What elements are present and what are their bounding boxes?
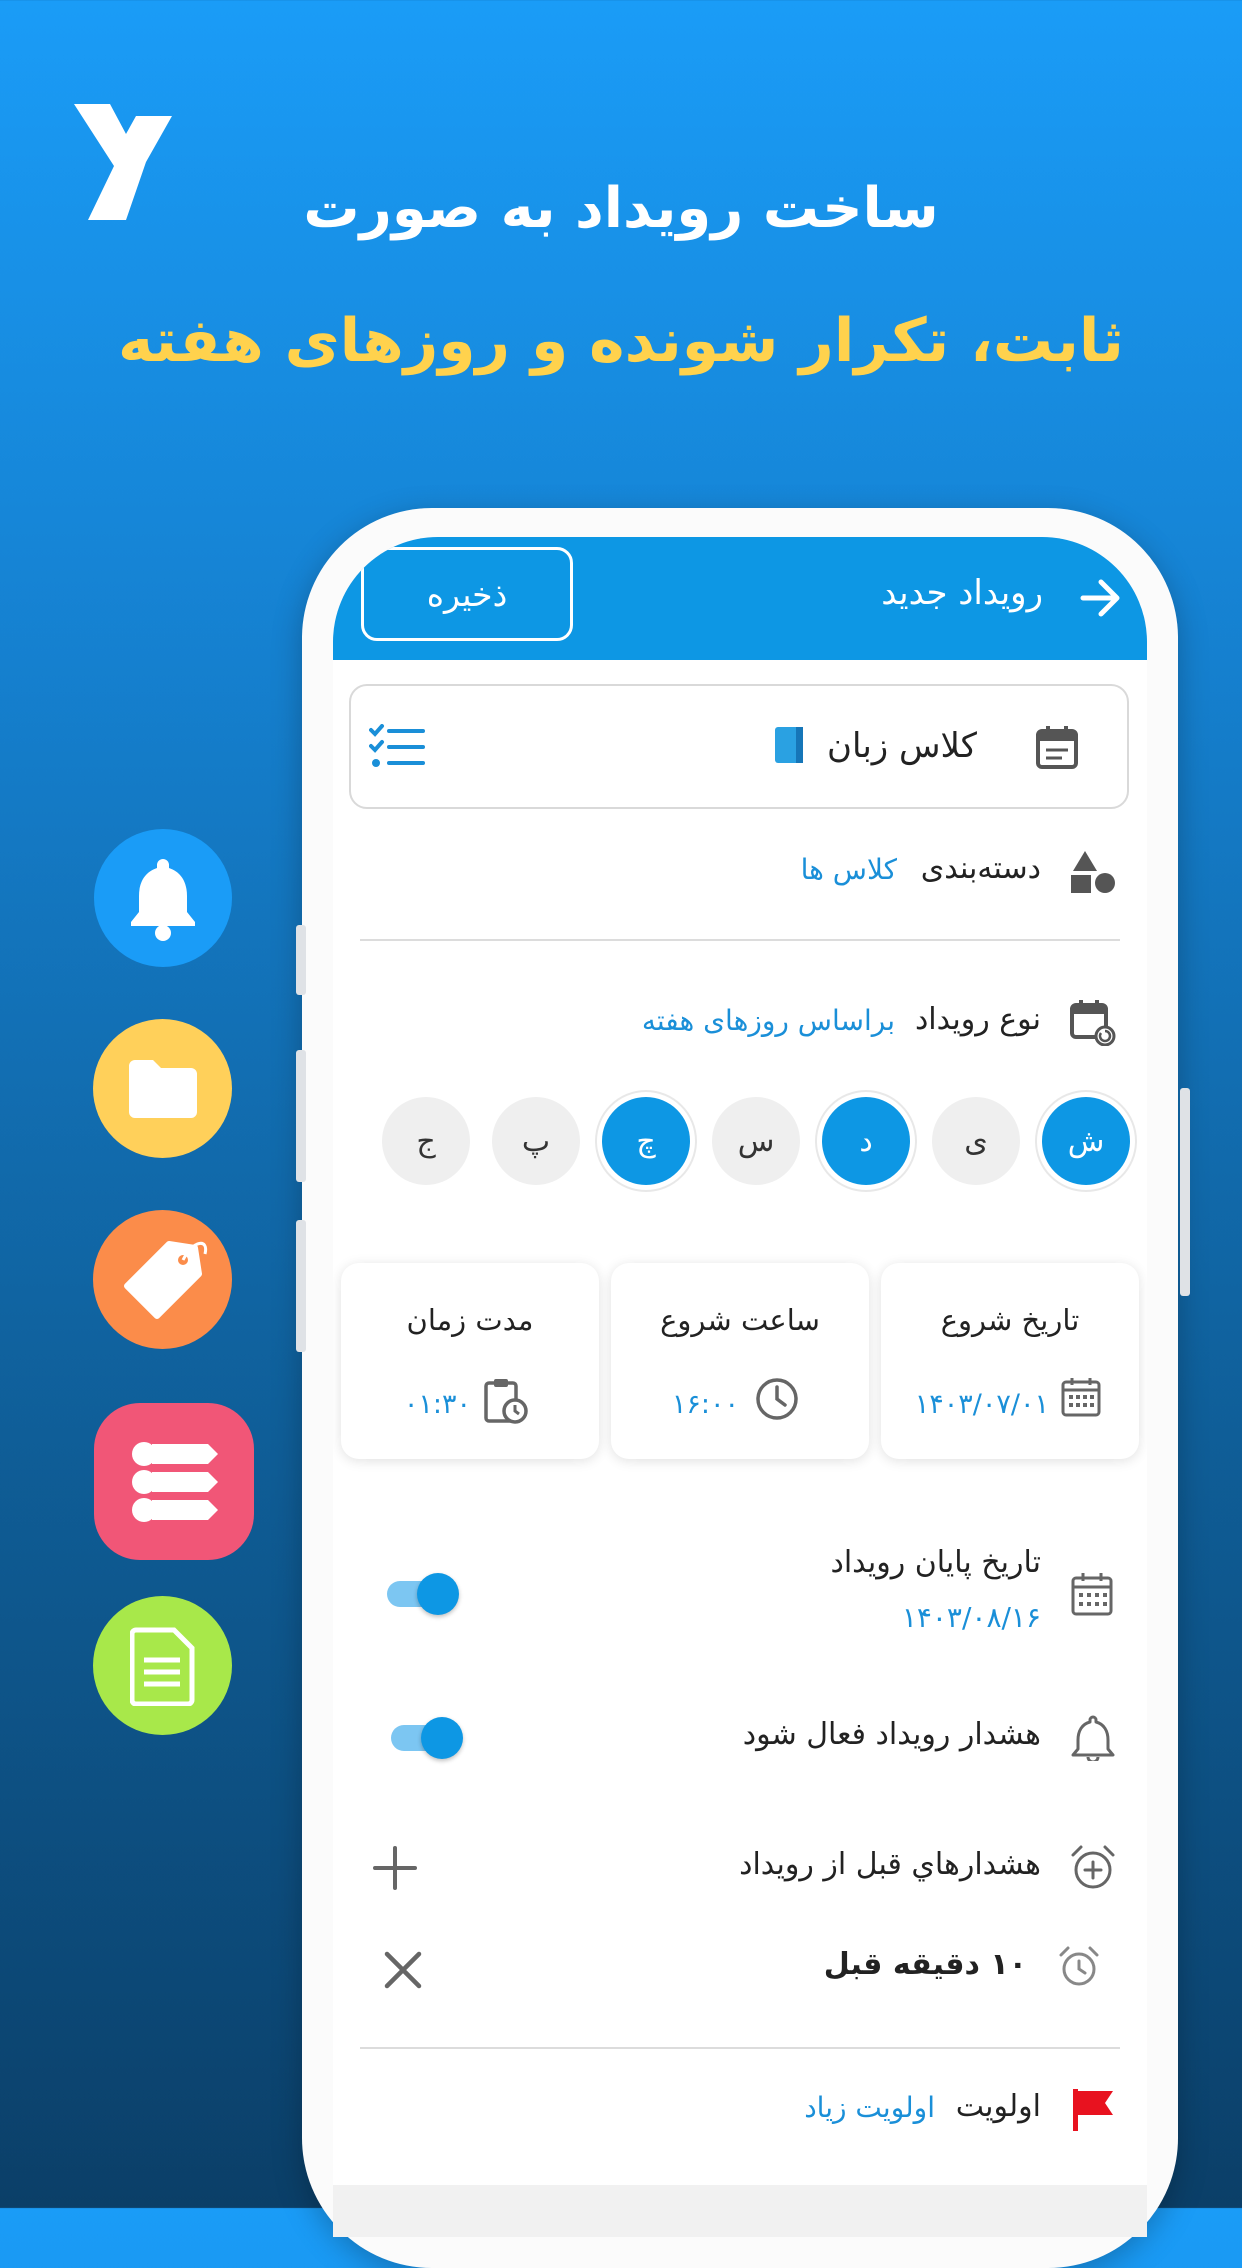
priority-row[interactable]: اولویت اولویت زیاد: [333, 2069, 1147, 2149]
book-emoji-icon: [775, 727, 803, 763]
pre-alert-item: ۱۰ دقیقه قبل: [333, 1927, 1147, 2007]
pre-alert-item-label: ۱۰ دقیقه قبل: [823, 1947, 1027, 1982]
divider: [360, 939, 1120, 941]
pre-alerts-row: هشدارهاي قبل از رویداد: [333, 1827, 1147, 1907]
calendar-icon: [1071, 1573, 1113, 1616]
weekday-chip[interactable]: د: [822, 1097, 910, 1185]
event-title-value: کلاس زبان: [827, 726, 977, 766]
bottom-bar: [333, 2185, 1147, 2237]
end-date-toggle[interactable]: [383, 1573, 459, 1615]
duration-value: ۰۱:۳۰: [403, 1389, 471, 1420]
alarm-clock-icon: [1059, 1946, 1099, 1986]
shapes-icon: [1071, 851, 1115, 893]
calendar-note-icon: [1036, 726, 1078, 769]
duration-card[interactable]: مدت زمان ۰۱:۳۰: [341, 1263, 599, 1459]
toggle-knob: [417, 1573, 459, 1615]
start-time-label: ساعت شروع: [660, 1303, 820, 1337]
start-date-label: تاریخ شروع: [940, 1303, 1080, 1337]
tag-icon: [93, 1210, 232, 1349]
duration-label: مدت زمان: [406, 1303, 534, 1337]
priority-value[interactable]: اولویت زیاد: [804, 2091, 935, 2124]
weekday-chip[interactable]: ش: [1042, 1097, 1130, 1185]
weekday-chip[interactable]: پ: [492, 1097, 580, 1185]
calendar-repeat-icon: [1070, 1000, 1116, 1046]
divider: [360, 2047, 1120, 2049]
weekday-chip[interactable]: چ: [602, 1097, 690, 1185]
phone-side-button: [296, 925, 306, 995]
start-date-value: ۱۴۰۳/۰۷/۰۱: [914, 1389, 1049, 1420]
start-time-value: ۱۶:۰۰: [671, 1389, 739, 1420]
weekday-selector: ش ی د س چ پ ج: [347, 1092, 1139, 1196]
weekday-chip[interactable]: ی: [932, 1097, 1020, 1185]
app-bar: رویداد جدید ذخیره: [333, 537, 1147, 660]
alert-label: هشدار رویداد فعال شود: [742, 1717, 1041, 1752]
clipboard-clock-icon: [484, 1379, 528, 1424]
page-title: رویداد جدید: [881, 573, 1043, 613]
promo-subheadline: ثابت، تکرار شونده و روزهای هفته: [118, 306, 1124, 376]
phone-power-button: [1180, 1088, 1190, 1296]
add-icon[interactable]: [373, 1846, 417, 1890]
event-title-field[interactable]: کلاس زبان: [349, 684, 1129, 809]
category-row[interactable]: دسته‌بندی کلاس ها: [333, 831, 1147, 911]
list-icon: [94, 1403, 254, 1560]
alarm-add-icon: [1071, 1845, 1115, 1889]
calendar-icon: [1061, 1378, 1101, 1417]
toggle-knob: [421, 1717, 463, 1759]
event-type-label: نوع رویداد: [914, 1002, 1041, 1037]
alert-toggle[interactable]: [387, 1717, 463, 1759]
flag-icon: [1073, 2089, 1113, 2131]
save-button[interactable]: ذخیره: [361, 547, 573, 641]
document-icon: [93, 1596, 232, 1735]
category-value[interactable]: کلاس ها: [801, 853, 897, 886]
phone-side-button: [296, 1220, 306, 1352]
back-arrow-icon[interactable]: [1077, 575, 1123, 621]
event-type-value[interactable]: براساس روزهای هفته: [642, 1004, 895, 1037]
promo-headline: ساخت رویداد به صورت: [303, 176, 939, 241]
checklist-icon[interactable]: [369, 724, 425, 770]
bell-outline-icon: [1071, 1715, 1115, 1761]
event-type-row[interactable]: نوع رویداد براساس روزهای هفته: [333, 982, 1147, 1062]
category-label: دسته‌بندی: [920, 851, 1041, 886]
app-screen: رویداد جدید ذخیره کلاس زبان دسته‌بندی کل…: [333, 537, 1147, 2237]
clock-icon: [756, 1378, 798, 1420]
start-time-card[interactable]: ساعت شروع ۱۶:۰۰: [611, 1263, 869, 1459]
weekday-chip[interactable]: ج: [382, 1097, 470, 1185]
pre-alerts-label: هشدارهاي قبل از رویداد: [739, 1847, 1041, 1882]
bell-icon: [94, 829, 232, 967]
folder-icon: [93, 1019, 232, 1158]
close-icon[interactable]: [383, 1950, 423, 1990]
end-date-value[interactable]: ۱۴۰۳/۰۸/۱۶: [902, 1601, 1041, 1634]
phone-side-button: [296, 1050, 306, 1182]
priority-label: اولویت: [955, 2089, 1041, 2124]
weekday-chip[interactable]: س: [712, 1097, 800, 1185]
end-date-label: تاریخ پایان رویداد: [830, 1545, 1041, 1580]
start-date-card[interactable]: تاریخ شروع ۱۴۰۳/۰۷/۰۱: [881, 1263, 1139, 1459]
